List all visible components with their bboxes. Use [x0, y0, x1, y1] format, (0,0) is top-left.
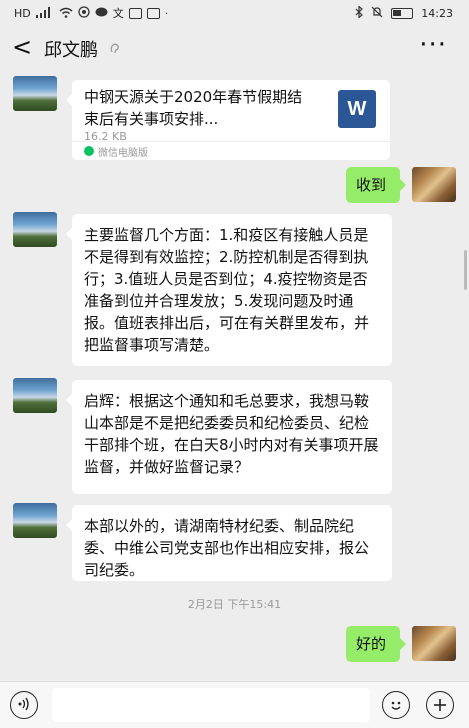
- peer-avatar[interactable]: [13, 378, 57, 413]
- message-timestamp: 2月2日 下午15:41: [187, 598, 282, 611]
- contact-name: 邱文鹏: [44, 40, 98, 61]
- voice-icon[interactable]: [10, 691, 38, 719]
- self-avatar[interactable]: [412, 626, 456, 661]
- text-icon: 文: [112, 6, 124, 20]
- peer-message-bubble[interactable]: 本部以外的，请湖南特材纪委、制品院纪委、中维公司党支部也作出相应安排，报公司纪委…: [66, 505, 392, 581]
- chat-icon: [95, 7, 108, 21]
- message-text: 主要监督几个方面：1.和疫区有接触人员是不是得到有效监控；2.防控机制是否得到执…: [84, 226, 370, 354]
- message-text: 好的: [356, 635, 387, 653]
- wechat-pc-icon: [84, 146, 94, 156]
- back-button[interactable]: <: [12, 34, 32, 60]
- battery-icon: [391, 8, 414, 19]
- status-bar: HD 文 · 14:23: [0, 0, 469, 26]
- self-message-bubble[interactable]: 好的: [346, 626, 406, 662]
- peer-avatar[interactable]: [13, 76, 57, 111]
- status-right: 14:23: [355, 5, 453, 21]
- self-message-bubble[interactable]: 收到: [346, 167, 406, 203]
- message-text: 启辉：根据这个通知和毛总要求，我想马鞍山本部是不是把纪委委员和纪检委员、纪检干部…: [84, 392, 379, 476]
- more-options-button[interactable]: ···: [419, 32, 447, 58]
- message-input[interactable]: [52, 688, 370, 722]
- peer-message-bubble[interactable]: 启辉：根据这个通知和毛总要求，我想马鞍山本部是不是把纪委委员和纪检委员、纪检干部…: [66, 380, 392, 494]
- plus-icon[interactable]: [426, 691, 454, 719]
- mute-icon: [371, 6, 383, 21]
- notification-icon: [128, 8, 142, 19]
- chat-header: < 邱文鹏 ···: [0, 26, 469, 70]
- emoji-icon[interactable]: [382, 691, 410, 719]
- status-left: HD 文 ·: [14, 6, 168, 21]
- bluetooth-icon: [355, 5, 364, 21]
- wifi-icon: [59, 7, 73, 21]
- more-dots-icon: ·: [164, 6, 169, 20]
- peer-message-bubble[interactable]: 主要监督几个方面：1.和疫区有接触人员是不是得到有效监控；2.防控机制是否得到执…: [66, 214, 392, 366]
- input-bar: [0, 681, 469, 728]
- scrollbar[interactable]: [464, 250, 467, 290]
- message-text: 收到: [356, 176, 387, 194]
- message-text: 本部以外的，请湖南特材纪委、制品院纪委、中维公司党支部也作出相应安排，报公司纪委…: [84, 517, 370, 579]
- file-source-bar: 微信电脑版: [72, 141, 390, 160]
- signal-icon: [35, 6, 54, 21]
- file-source-label: 微信电脑版: [98, 148, 148, 159]
- word-file-icon: W: [338, 90, 376, 128]
- peer-avatar[interactable]: [13, 503, 57, 538]
- hearing-icon: [108, 42, 122, 56]
- hd-label: HD: [14, 6, 31, 20]
- file-title: 中钢天源关于2020年春节假期结束后有关事项安排...: [84, 88, 303, 128]
- self-avatar[interactable]: [412, 167, 456, 202]
- location-icon: [78, 6, 90, 21]
- peer-avatar[interactable]: [13, 212, 57, 247]
- notification-icon-2: [146, 8, 160, 19]
- status-time: 14:23: [421, 7, 453, 20]
